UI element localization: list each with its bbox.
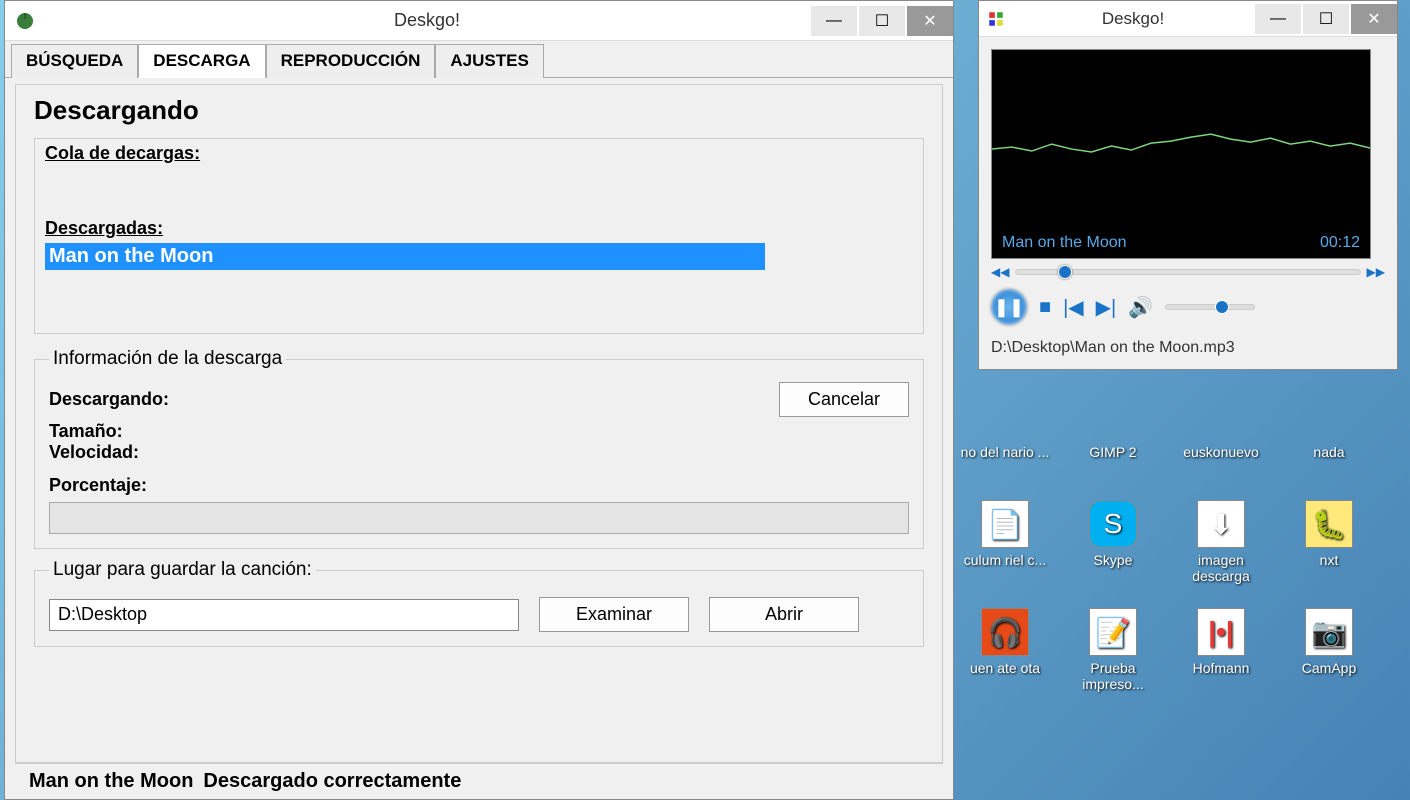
fast-forward-icon[interactable]: ▶▶ [1367,265,1385,279]
content-area: Descargando Cola de decargas: Descargada… [5,78,953,799]
desktop-icon[interactable]: |•|Hofmann [1176,608,1266,692]
desktop-icon[interactable]: 📷CamApp [1284,608,1374,692]
desktop-icon[interactable]: 📄culum riel c... [960,500,1050,584]
desktop-icon[interactable]: P1020 [1392,500,1410,584]
desktop-icons: 📄culum riel c... SSkype ⬇imagen descarga… [960,500,1410,692]
window-title: Deskgo! [45,10,809,31]
player-controls: ❚❚ ■ |◀ ▶| 🔊 [991,289,1385,325]
download-info-section: Información de la descarga Descargando: … [34,348,924,549]
cancel-button[interactable]: Cancelar [779,382,909,417]
volume-icon[interactable]: 🔊 [1128,295,1153,320]
player-app-icon [987,10,1005,28]
open-button[interactable]: Abrir [709,597,859,632]
visualizer: Man on the Moon 00:12 [991,49,1371,259]
previous-button[interactable]: |◀ [1063,295,1084,320]
save-path-input[interactable] [49,599,519,631]
tab-ajustes[interactable]: AJUSTES [435,44,543,78]
close-button[interactable]: ✕ [907,6,953,36]
percent-label: Porcentaje: [49,475,909,496]
save-location-section: Lugar para guardar la canción: Examinar … [34,559,924,647]
status-bar: Man on the Moon Descargado correctamente [15,763,943,799]
volume-slider[interactable] [1165,304,1255,310]
browse-button[interactable]: Examinar [539,597,689,632]
queue-list[interactable] [45,168,913,218]
downloaded-list[interactable]: Man on the Moon [45,243,913,323]
queue-label: Cola de decargas: [45,143,200,164]
queue-section: Cola de decargas: Descargadas: Man on th… [34,138,924,334]
now-playing-label: Man on the Moon [1002,234,1127,252]
player-window: Deskgo! — ☐ ✕ Man on the Moon 00:12 ◀◀ ▶… [978,0,1398,370]
progress-bar [49,502,909,534]
stop-button[interactable]: ■ [1039,296,1051,319]
tab-bar: BÚSQUEDA DESCARGA REPRODUCCIÓN AJUSTES [5,43,953,78]
tab-reproduccion[interactable]: REPRODUCCIÓN [266,44,436,78]
seek-knob[interactable] [1058,265,1072,279]
desktop-icon[interactable]: vn [1392,608,1410,692]
rewind-icon[interactable]: ◀◀ [991,265,1009,279]
downloaded-label: Descargadas: [45,218,163,239]
app-icon [13,9,37,33]
playback-time: 00:12 [1320,234,1360,252]
maximize-button[interactable]: ☐ [859,6,905,36]
save-legend: Lugar para guardar la canción: [49,559,316,581]
tab-busqueda[interactable]: BÚSQUEDA [11,44,138,78]
seek-bar[interactable] [1015,269,1360,275]
desktop-icon[interactable]: SSkype [1068,500,1158,584]
desktop-icon[interactable]: ⬇imagen descarga [1176,500,1266,584]
page-heading: Descargando [34,95,924,126]
tab-descarga[interactable]: DESCARGA [138,44,265,78]
next-button[interactable]: ▶| [1096,295,1117,320]
volume-knob[interactable] [1215,300,1229,314]
pause-button[interactable]: ❚❚ [991,289,1027,325]
status-message: Descargado correctamente [203,770,461,793]
main-window: Deskgo! — ☐ ✕ BÚSQUEDA DESCARGA REPRODUC… [4,0,954,800]
status-song: Man on the Moon [29,770,193,793]
player-titlebar[interactable]: Deskgo! — ☐ ✕ [979,1,1397,37]
player-maximize-button[interactable]: ☐ [1303,4,1349,34]
desktop-icon[interactable]: 🐛nxt [1284,500,1374,584]
player-minimize-button[interactable]: — [1255,4,1301,34]
minimize-button[interactable]: — [811,6,857,36]
file-path-label: D:\Desktop\Man on the Moon.mp3 [991,339,1385,357]
player-window-title: Deskgo! [1013,9,1253,29]
size-label: Tamaño: [49,421,909,442]
desktop-icon[interactable]: 📝Prueba impreso... [1068,608,1158,692]
desktop-top-labels: no del nario ... GIMP 2 euskonuevo nada … [960,444,1410,460]
titlebar[interactable]: Deskgo! — ☐ ✕ [5,1,953,41]
info-legend: Información de la descarga [49,348,286,370]
window-controls: — ☐ ✕ [809,6,953,36]
player-close-button[interactable]: ✕ [1351,4,1397,34]
desktop-icon[interactable]: 🎧uen ate ota [960,608,1050,692]
downloading-label: Descargando: [49,389,169,410]
list-item[interactable]: Man on the Moon [45,243,765,270]
speed-label: Velocidad: [49,442,909,463]
